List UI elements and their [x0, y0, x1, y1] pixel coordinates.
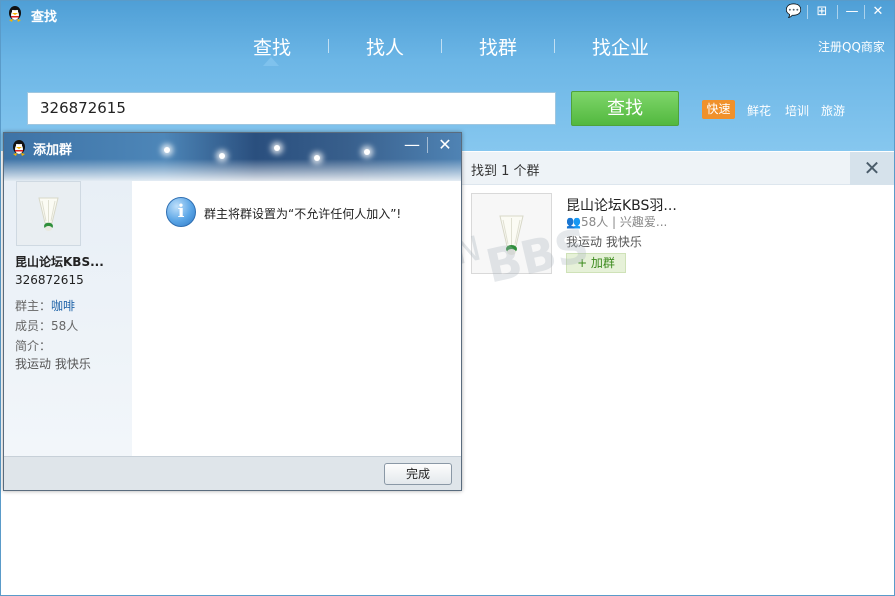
decorative-light — [274, 145, 280, 151]
quick-tag-badge: 快速 — [702, 100, 735, 119]
hot-tag-flowers[interactable]: 鲜花 — [747, 102, 771, 119]
maximize-button[interactable]: ⊞ — [811, 3, 833, 21]
close-results-button[interactable]: ✕ — [850, 152, 894, 185]
tab-find-enterprise[interactable]: 找企业 — [592, 33, 649, 60]
dialog-message: 群主将群设置为“不允许任何人加入”! — [204, 207, 402, 221]
divider — [864, 5, 865, 19]
dialog-intro-label: 简介： — [15, 339, 52, 353]
divider — [554, 39, 555, 53]
dialog-title-band — [4, 159, 461, 181]
group-avatar[interactable] — [471, 193, 552, 274]
dialog-members: 成员：58人 — [15, 319, 79, 333]
search-button[interactable]: 查找 — [571, 91, 679, 126]
tab-search[interactable]: 查找 — [253, 33, 291, 60]
close-button[interactable]: ✕ — [867, 3, 889, 21]
owner-label: 群主： — [15, 299, 52, 313]
dialog-title: 添加群 — [33, 143, 73, 158]
divider — [837, 5, 838, 19]
group-members: 👥58人 | 兴趣爱... — [566, 213, 667, 230]
decorative-light — [164, 147, 170, 153]
divider — [441, 39, 442, 53]
dialog-content: i 群主将群设置为“不允许任何人加入”! — [132, 181, 461, 456]
group-avatar — [16, 181, 81, 246]
window-title: 查找 — [31, 10, 58, 25]
tab-find-group[interactable]: 找群 — [479, 33, 517, 60]
qq-penguin-icon — [11, 139, 27, 157]
add-group-dialog: 添加群 — ✕ 昆山论坛KBS... 326872615 群主：咖啡 成员：58… — [3, 132, 462, 491]
dialog-close-button[interactable]: ✕ — [432, 134, 458, 156]
people-icon: 👥 — [566, 215, 581, 229]
hot-tag-travel[interactable]: 旅游 — [821, 102, 845, 119]
dialog-group-info: 昆山论坛KBS... 326872615 群主：咖啡 成员：58人 简介： 我运… — [4, 181, 132, 456]
top-header: 查找 💬 ⊞ — ✕ 查找 找人 找群 找企业 注册QQ商家 326872615… — [1, 1, 894, 151]
dialog-minimize-button[interactable]: — — [399, 134, 425, 156]
dialog-intro: 我运动 我快乐 — [15, 357, 91, 371]
divider — [328, 39, 329, 53]
register-qq-merchant-link[interactable]: 注册QQ商家 — [818, 38, 885, 55]
info-icon: i — [166, 197, 196, 227]
join-group-button[interactable]: + 加群 — [566, 253, 626, 273]
titlebar: 查找 💬 ⊞ — ✕ — [1, 1, 894, 27]
active-tab-indicator — [263, 57, 279, 66]
minimize-button[interactable]: — — [841, 3, 863, 21]
results-header: 找到 1 个群 ✕ — [461, 152, 894, 185]
qq-penguin-icon — [7, 5, 23, 23]
search-input[interactable]: 326872615 — [27, 92, 556, 125]
group-name-link[interactable]: 昆山论坛KBS羽... — [566, 195, 677, 215]
divider — [427, 137, 428, 153]
dialog-owner: 群主：咖啡 — [15, 297, 75, 314]
results-summary: 找到 1 个群 — [471, 164, 540, 179]
divider — [807, 5, 808, 19]
hot-tag-training[interactable]: 培训 — [785, 102, 809, 119]
dialog-footer: 完成 — [4, 456, 461, 490]
dialog-group-name: 昆山论坛KBS... — [15, 255, 104, 269]
owner-name-link[interactable]: 咖啡 — [51, 299, 75, 313]
group-description: 我运动 我快乐 — [566, 235, 642, 249]
chat-bubble-icon[interactable]: 💬 — [783, 3, 805, 21]
tab-find-people[interactable]: 找人 — [366, 33, 404, 60]
done-button[interactable]: 完成 — [384, 463, 452, 485]
decorative-light — [364, 149, 370, 155]
group-members-text: 58人 | 兴趣爱... — [580, 215, 668, 229]
main-window: 查找 💬 ⊞ — ✕ 查找 找人 找群 找企业 注册QQ商家 326872615… — [0, 0, 895, 596]
dialog-titlebar: 添加群 — ✕ — [4, 133, 461, 181]
dialog-group-id: 326872615 — [15, 273, 84, 287]
